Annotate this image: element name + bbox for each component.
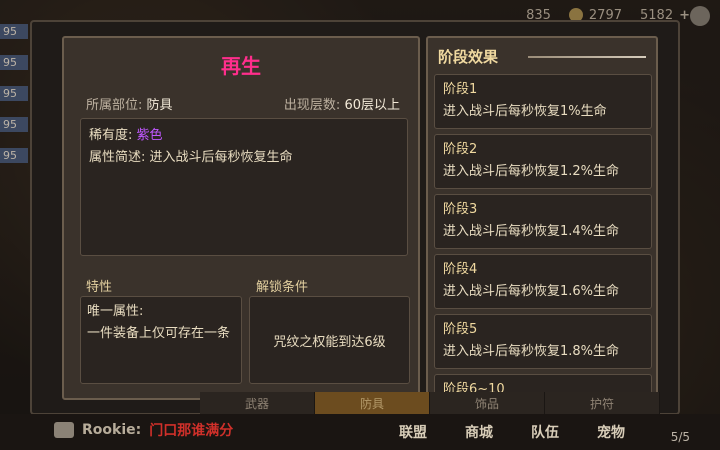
stage-desc: 进入战斗后每秒恢复1.6%生命 — [443, 284, 620, 299]
rune-name: 再生 — [221, 54, 261, 78]
nav-shop[interactable]: 商城 — [446, 422, 512, 442]
tab-charm[interactable]: 护符 — [545, 392, 660, 414]
slot-value: 防具 — [146, 98, 173, 113]
nav-pet[interactable]: 宠物 — [578, 422, 644, 442]
unlock-text: 咒纹之权能到达6级 — [273, 334, 386, 350]
stage-desc: 进入战斗后每秒恢复1.2%生命 — [443, 164, 620, 179]
stage-card: 阶段3 进入战斗后每秒恢复1.4%生命 — [434, 194, 652, 249]
floor-value: 60层以上 — [344, 98, 400, 113]
rune-detail-panel: 再生 所属部位: 防具 出现层数: 60层以上 稀有度: 紫色 属性简述: 进入… — [62, 36, 420, 400]
slot-line: 所属部位: 防具 — [86, 94, 173, 113]
bottom-nav: 联盟 商城 队伍 宠物 — [380, 422, 644, 442]
trait-title: 特性 — [86, 280, 113, 295]
nav-alliance[interactable]: 联盟 — [380, 422, 446, 442]
stage-card: 阶段2 进入战斗后每秒恢复1.2%生命 — [434, 134, 652, 189]
stage-desc: 进入战斗后每秒恢复1.8%生命 — [443, 344, 620, 359]
rune-info-box: 稀有度: 紫色 属性简述: 进入战斗后每秒恢复生命 — [80, 118, 408, 256]
stage-effects-title: 阶段效果 — [438, 48, 499, 66]
level-badge: 95 — [0, 117, 28, 132]
description-value: 进入战斗后每秒恢复生命 — [149, 150, 293, 165]
nav-team[interactable]: 队伍 — [512, 422, 578, 442]
stage-desc: 进入战斗后每秒恢复1%生命 — [443, 104, 607, 119]
rarity-row: 稀有度: 紫色 — [89, 125, 399, 147]
unlock-box: 咒纹之权能到达6级 — [249, 296, 410, 384]
settings-icon[interactable] — [690, 6, 710, 26]
stage-name: 阶段3 — [443, 202, 478, 217]
add-currency-button[interactable]: + — [679, 8, 690, 23]
trait-text: 唯一属性: 一件装备上仅可存在一条 — [87, 304, 231, 341]
stage-name: 阶段2 — [443, 142, 478, 157]
page-indicator: 5/5 — [670, 430, 690, 444]
tab-weapon[interactable]: 武器 — [200, 392, 315, 414]
level-badge: 95 — [0, 55, 28, 70]
trait-box: 唯一属性: 一件装备上仅可存在一条 — [80, 296, 242, 384]
stage-card: 阶段4 进入战斗后每秒恢复1.6%生命 — [434, 254, 652, 309]
tab-armor[interactable]: 防具 — [315, 392, 430, 414]
stage-card: 阶段1 进入战斗后每秒恢复1%生命 — [434, 74, 652, 129]
rarity-value: 紫色 — [136, 128, 163, 143]
stage-list: 阶段1 进入战斗后每秒恢复1%生命 阶段2 进入战斗后每秒恢复1.2%生命 阶段… — [434, 74, 652, 398]
left-level-list: 95 95 95 95 95 — [0, 0, 30, 300]
description-label: 属性简述: — [89, 150, 146, 165]
stage-name: 阶段4 — [443, 262, 478, 277]
chat-icon[interactable] — [54, 422, 74, 438]
tab-accessory[interactable]: 饰品 — [430, 392, 545, 414]
rarity-label: 稀有度: — [89, 128, 133, 143]
stage-card: 阶段5 进入战斗后每秒恢复1.8%生命 — [434, 314, 652, 369]
equipment-tabs: 武器 防具 饰品 护符 — [200, 392, 660, 414]
slot-label: 所属部位: — [86, 98, 143, 113]
stage-desc: 进入战斗后每秒恢复1.4%生命 — [443, 224, 620, 239]
header-divider — [528, 56, 646, 58]
stage-name: 阶段5 — [443, 322, 478, 337]
level-badge: 95 — [0, 24, 28, 39]
level-badge: 95 — [0, 86, 28, 101]
unlock-title: 解锁条件 — [256, 280, 309, 295]
stage-name: 阶段1 — [443, 82, 478, 97]
floor-label: 出现层数: — [283, 98, 341, 113]
stage-effects-panel[interactable]: 阶段效果 阶段1 进入战斗后每秒恢复1%生命 阶段2 进入战斗后每秒恢复1.2%… — [426, 36, 658, 400]
chat-user: Rookie: — [82, 422, 142, 438]
level-badge: 95 — [0, 148, 28, 163]
floor-line: 出现层数: 60层以上 — [284, 94, 400, 113]
chat-message: 门口那谁满分 — [149, 423, 234, 439]
chat-preview[interactable]: Rookie: 门口那谁满分 — [54, 420, 233, 440]
description-row: 属性简述: 进入战斗后每秒恢复生命 — [89, 147, 399, 169]
